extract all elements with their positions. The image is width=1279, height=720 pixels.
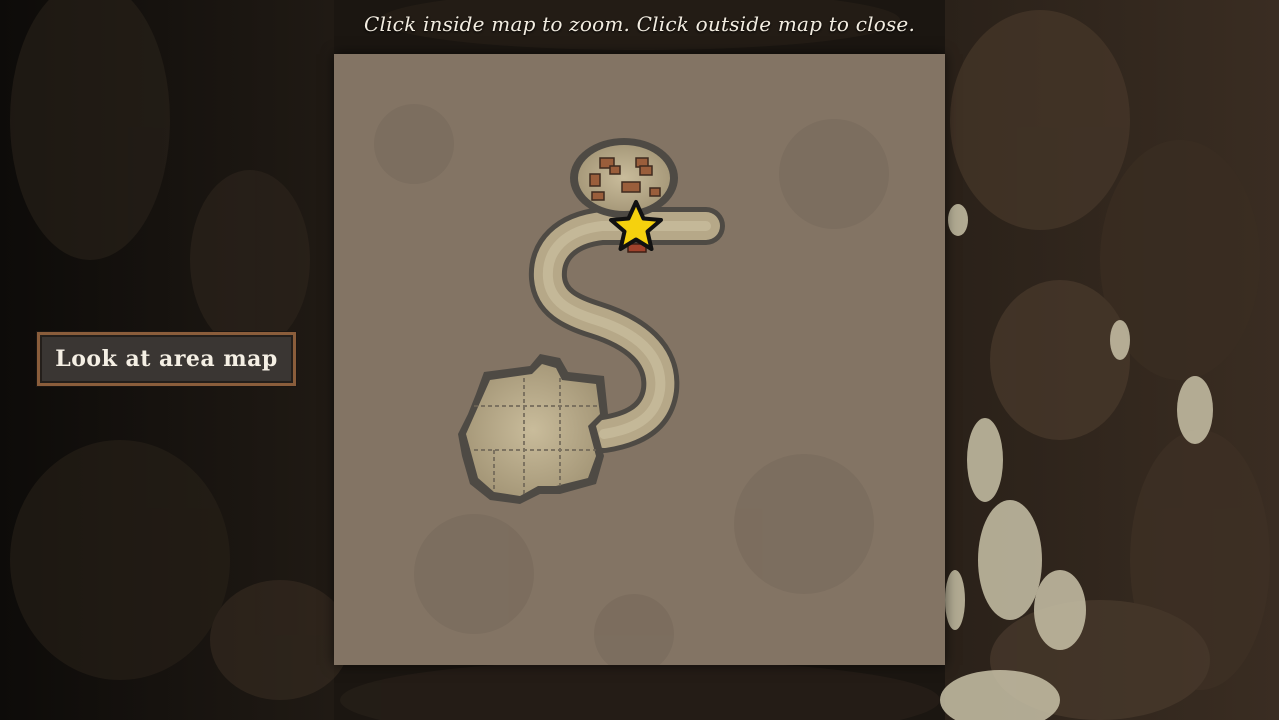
game-scene[interactable]: Click inside map to zoom. Click outside … xyxy=(0,0,1279,720)
look-at-area-map-label: Look at area map xyxy=(55,346,278,372)
area-map-panel[interactable] xyxy=(334,54,945,665)
instruction-text: Click inside map to zoom. Click outside … xyxy=(363,12,916,36)
area-map-image[interactable] xyxy=(334,54,945,665)
look-at-area-map-button[interactable]: Look at area map xyxy=(37,332,296,386)
village-chamber xyxy=(570,138,678,218)
